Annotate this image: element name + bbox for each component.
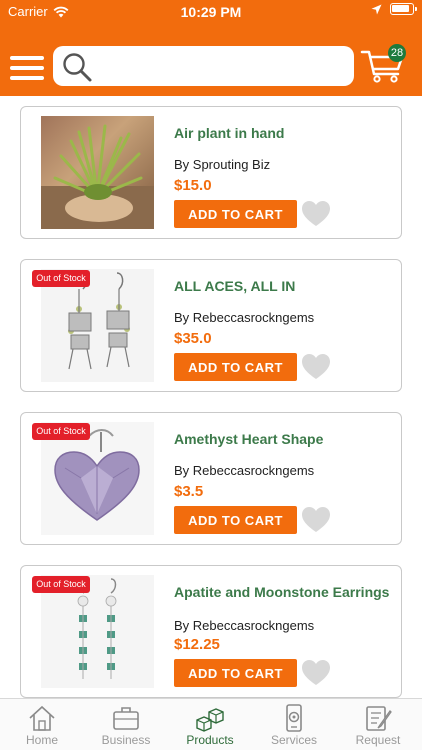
cart-button[interactable]: 28 — [360, 44, 408, 84]
location-arrow-icon — [371, 4, 382, 14]
tab-home[interactable]: Home — [0, 699, 84, 750]
search-input[interactable] — [99, 52, 344, 80]
bottom-tab-bar: Home Business Products Services Request — [0, 698, 422, 750]
product-card[interactable]: Out of Stock Amethyst Heart Shape By Reb… — [20, 412, 402, 545]
product-seller: By Sprouting Biz — [174, 157, 271, 172]
search-bar[interactable] — [53, 46, 354, 86]
product-list[interactable]: Air plant in hand By Sprouting Biz $15.0… — [0, 96, 422, 698]
briefcase-icon — [113, 707, 139, 730]
product-image-air-plant[interactable] — [41, 116, 154, 229]
tab-services-label: Services — [270, 733, 317, 747]
product-price: $15.0 — [174, 177, 212, 194]
add-to-cart-button[interactable]: ADD TO CART — [174, 200, 297, 228]
menu-button[interactable] — [10, 56, 44, 82]
search-icon — [63, 53, 92, 82]
menu-line — [10, 56, 44, 60]
product-seller: By Rebeccasrockngems — [174, 618, 315, 633]
add-to-cart-button[interactable]: ADD TO CART — [174, 353, 297, 381]
tab-request[interactable]: Request — [336, 699, 420, 750]
tab-business[interactable]: Business — [84, 699, 168, 750]
product-seller: By Rebeccasrockngems — [174, 463, 315, 478]
request-icon — [366, 706, 392, 731]
product-title[interactable]: Amethyst Heart Shape — [174, 431, 394, 448]
product-title[interactable]: ALL ACES, ALL IN — [174, 278, 394, 295]
favorite-heart-icon[interactable] — [302, 354, 330, 380]
favorite-heart-icon[interactable] — [302, 660, 330, 686]
out-of-stock-badge: Out of Stock — [32, 423, 90, 440]
add-to-cart-button[interactable]: ADD TO CART — [174, 506, 297, 534]
status-right — [371, 3, 417, 15]
out-of-stock-badge: Out of Stock — [32, 270, 90, 287]
tab-products-label: Products — [186, 733, 234, 747]
boxes-icon — [196, 708, 224, 732]
home-icon — [29, 705, 55, 731]
product-price: $35.0 — [174, 330, 212, 347]
tab-request-label: Request — [355, 733, 401, 747]
battery-icon — [390, 3, 417, 15]
tab-home-label: Home — [25, 733, 58, 747]
product-price: $12.25 — [174, 636, 220, 653]
status-time: 10:29 PM — [180, 4, 242, 20]
favorite-heart-icon[interactable] — [302, 507, 330, 533]
add-to-cart-button[interactable]: ADD TO CART — [174, 659, 297, 687]
app-header: Carrier 10:29 PM 28 — [0, 0, 422, 96]
tab-services[interactable]: Services — [252, 699, 336, 750]
menu-line — [10, 66, 44, 70]
product-title[interactable]: Air plant in hand — [174, 125, 394, 142]
cart-count-badge: 28 — [388, 44, 406, 62]
status-bar: Carrier 10:29 PM — [0, 0, 422, 24]
product-card[interactable]: Air plant in hand By Sprouting Biz $15.0… — [20, 106, 402, 239]
air-plant-image — [41, 124, 154, 229]
menu-line — [10, 76, 44, 80]
tab-products[interactable]: Products — [168, 699, 252, 750]
product-card[interactable]: Out of Stock ALL ACES, ALL IN By Rebecca… — [20, 259, 402, 392]
product-seller: By Rebeccasrockngems — [174, 310, 315, 325]
tab-business-label: Business — [101, 733, 151, 747]
product-price: $3.5 — [174, 483, 204, 500]
favorite-heart-icon[interactable] — [302, 201, 330, 227]
services-icon — [286, 704, 302, 732]
product-title[interactable]: Apatite and Moonstone Earrings — [174, 584, 394, 601]
product-card[interactable]: Out of Stock Apatite and Moonstone Earri… — [20, 565, 402, 698]
out-of-stock-badge: Out of Stock — [32, 576, 90, 593]
